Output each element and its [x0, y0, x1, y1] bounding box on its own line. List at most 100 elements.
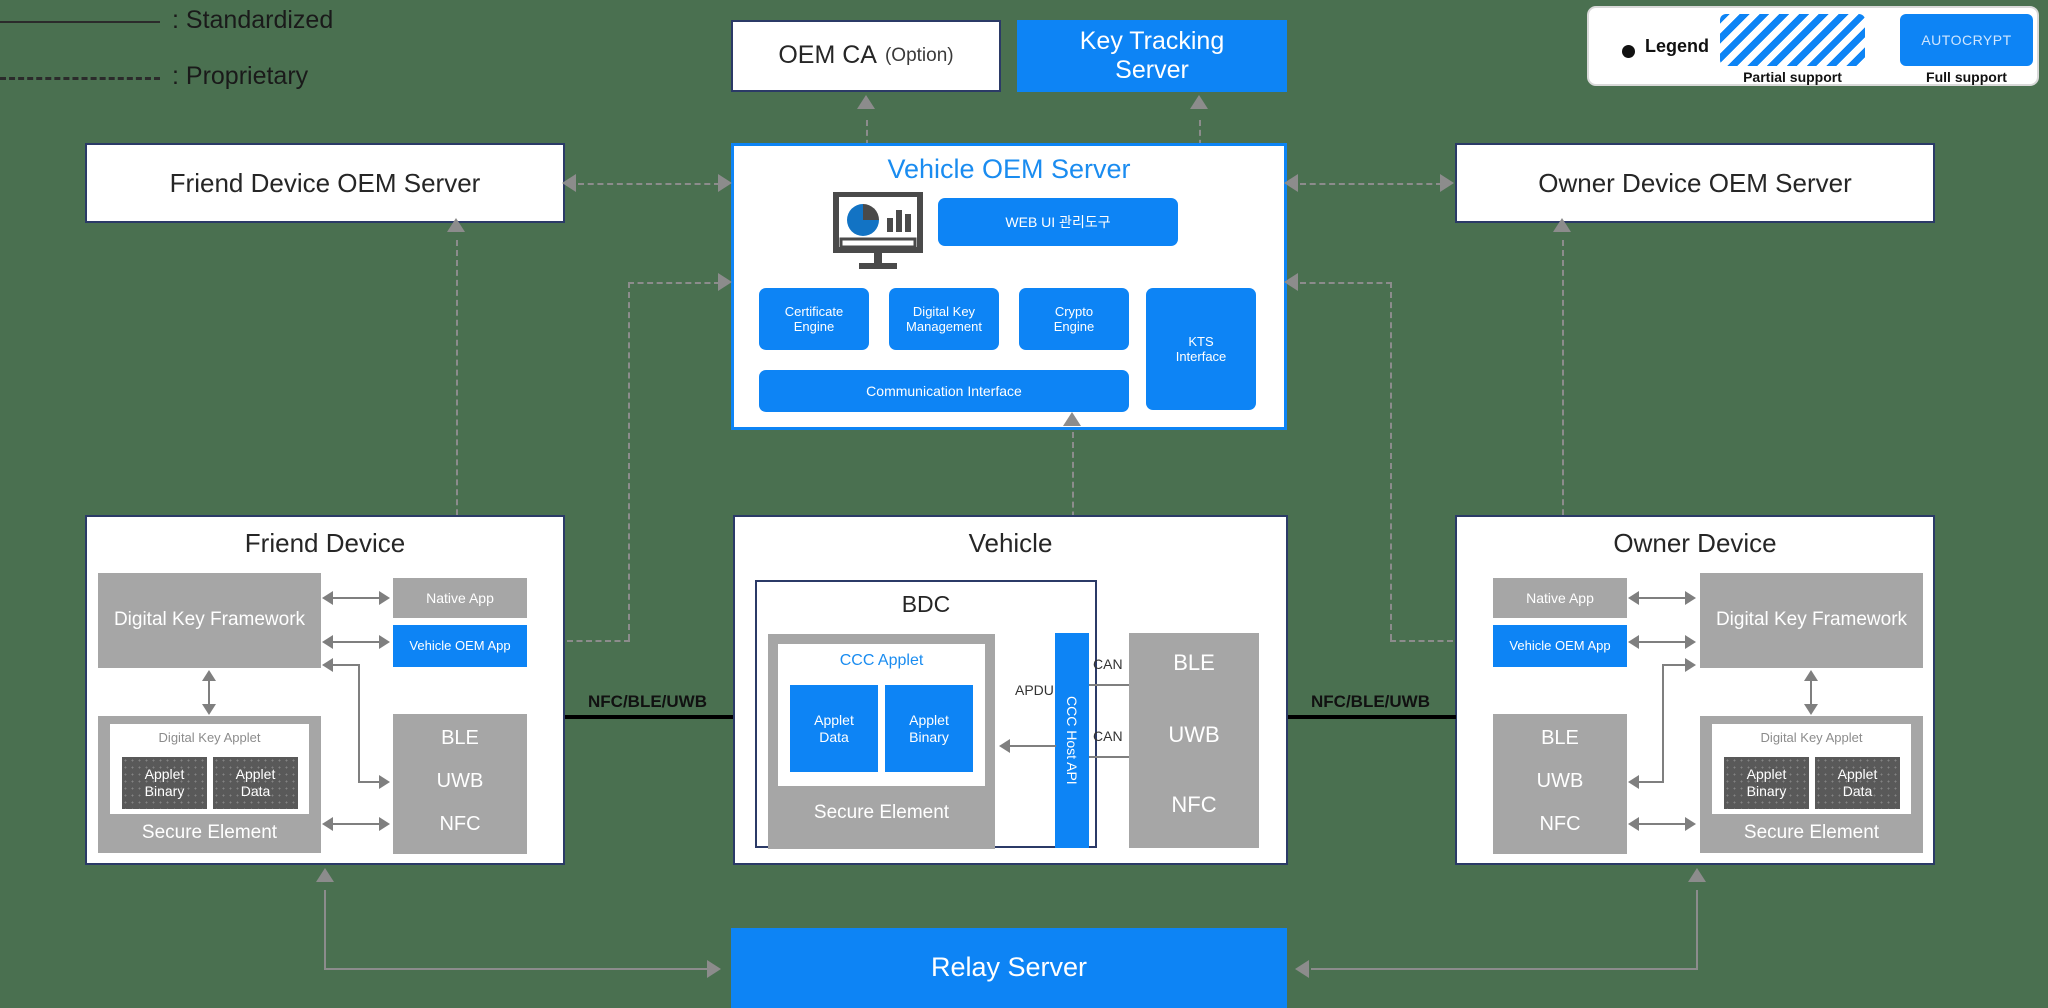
owner-radio-ble-label: BLE	[1541, 727, 1579, 750]
owner-dkf-radio-line-h2	[1639, 781, 1664, 783]
friend-digital-key-framework-box: Digital Key Framework	[98, 573, 321, 668]
vehicle-radio-uwb-wrap: UWB	[1129, 717, 1259, 753]
legend-standardized-label: : Standardized	[172, 6, 334, 34]
friend-digital-key-applet-label: Digital Key Applet	[158, 730, 261, 745]
owner-secure-element-title-wrap: Secure Element	[1700, 816, 1923, 850]
can-top-label: CAN	[1093, 656, 1123, 672]
owner-digital-key-framework-box: Digital Key Framework	[1700, 573, 1923, 668]
vehicle-owner-link-line	[1288, 715, 1456, 719]
friend-secure-element-label: Secure Element	[141, 821, 278, 843]
digital-key-management-box: Digital Key Management	[889, 288, 999, 350]
legend-title: Legend	[1645, 36, 1710, 56]
friend-dkf-radio-line-h1	[333, 664, 360, 666]
dashboard-monitor-icon	[833, 191, 943, 272]
vehicle-radio-nfc-wrap: NFC	[1129, 787, 1259, 823]
web-ui-tool-label: WEB UI 관리도구	[1005, 213, 1111, 230]
vehicle-applet-data-label: Applet Data	[814, 711, 854, 745]
owner-nativeapp-dkf-arrow-left	[1628, 591, 1639, 605]
friend-device-title: Friend Device	[244, 527, 406, 558]
vehicle-radio-nfc-label: NFC	[1171, 792, 1217, 818]
apdu-line	[1010, 745, 1056, 747]
owner-device-oem-server-box: Owner Device OEM Server	[1455, 143, 1935, 223]
owner-radio-uwb-wrap: UWB	[1493, 765, 1627, 799]
vehicle-title-wrap: Vehicle	[733, 524, 1288, 562]
friend-dkf-se-arrow-up	[202, 670, 216, 681]
key-tracking-server-label: Key Tracking Server	[1079, 26, 1225, 85]
owner-applet-data-label: Applet Data	[1837, 766, 1878, 799]
vos-to-owner-app-line-vert	[1390, 282, 1392, 640]
owner-nativeapp-dkf-arrow-right	[1685, 591, 1696, 605]
owner-digital-key-applet-label: Digital Key Applet	[1760, 730, 1863, 745]
owner-secure-element-label: Secure Element	[1743, 821, 1880, 843]
apdu-arrow-left	[999, 739, 1010, 753]
bdc-title-wrap: BDC	[755, 588, 1097, 622]
vehicle-owner-link-label: NFC/BLE/UWB	[1311, 692, 1430, 711]
owner-dkf-radio-arrow-left	[1628, 775, 1639, 789]
relay-owner-line-horiz	[1311, 968, 1698, 970]
partial-support-swatch	[1720, 14, 1865, 66]
owner-nativeapp-dkf-line	[1639, 597, 1687, 599]
friend-dkf-se-arrow-down	[202, 704, 216, 715]
owner-oemapp-dkf-arrow-right	[1685, 635, 1696, 649]
certificate-engine-label: Certificate Engine	[784, 303, 844, 334]
friend-device-oem-server-box: Friend Device OEM Server	[85, 143, 565, 223]
relay-owner-arrow-up	[1688, 868, 1706, 882]
communication-interface-box: Communication Interface	[759, 370, 1129, 412]
owner-server-to-vos-arrow-left	[1284, 174, 1298, 192]
friend-applet-data-label: Applet Data	[235, 766, 276, 799]
friend-applet-binary-label: Applet Binary	[144, 766, 185, 799]
friend-vehicle-oem-app-box: Vehicle OEM App	[393, 625, 527, 667]
oem-ca-box: OEM CA (Option)	[731, 20, 1001, 92]
owner-vehicle-oem-app-box: Vehicle OEM App	[1493, 625, 1627, 667]
owner-dkf-radio-arrow-right	[1685, 658, 1696, 672]
friend-applet-data-box: Applet Data	[213, 757, 298, 809]
vehicle-radio-ble-label: BLE	[1173, 650, 1215, 676]
can-bottom-line	[1089, 756, 1129, 758]
kts-link-arrow-up	[1190, 95, 1208, 109]
diagram-canvas: : Standardized : Proprietary Legend AUTO…	[0, 0, 2048, 1008]
can-bottom-label: CAN	[1093, 728, 1123, 744]
owner-digital-key-applet-title-wrap: Digital Key Applet	[1712, 730, 1911, 752]
owner-applet-binary-box: Applet Binary	[1724, 757, 1809, 809]
owner-device-title-wrap: Owner Device	[1455, 524, 1935, 562]
friend-dkf-nativeapp-line	[333, 597, 381, 599]
kts-interface-box: KTS Interface	[1146, 288, 1256, 410]
friend-digital-key-framework-label: Digital Key Framework	[113, 609, 306, 631]
legend-proprietary-line	[0, 77, 160, 80]
relay-friend-line-horiz	[324, 968, 709, 970]
friend-native-app-label: Native App	[426, 589, 494, 606]
legend-standardized-line	[0, 21, 160, 23]
owner-native-app-box: Native App	[1493, 578, 1627, 618]
friend-applet-binary-box: Applet Binary	[122, 757, 207, 809]
vehicle-title: Vehicle	[968, 527, 1053, 558]
vehicle-oem-server-title: Vehicle OEM Server	[887, 154, 1131, 185]
friend-se-radio-line	[333, 823, 381, 825]
owner-digital-key-framework-label: Digital Key Framework	[1715, 609, 1908, 631]
communication-interface-label: Communication Interface	[866, 382, 1022, 399]
vehicle-oem-server-title-wrap: Vehicle OEM Server	[731, 150, 1287, 190]
owner-radio-uwb-label: UWB	[1536, 770, 1584, 793]
owner-server-to-device-arrow-up	[1553, 218, 1571, 232]
friend-dkf-oemapp-line	[333, 641, 381, 643]
friend-native-app-box: Native App	[393, 578, 527, 618]
friend-vehicle-oem-app-label: Vehicle OEM App	[409, 638, 511, 654]
ccc-host-api-label: CCC Host API	[1064, 696, 1080, 785]
friend-server-to-vos-line	[578, 183, 720, 185]
oemca-link-arrow-up	[857, 95, 875, 109]
friend-se-radio-arrow-right	[379, 817, 390, 831]
friend-radio-nfc-wrap: NFC	[393, 808, 527, 842]
apdu-label: APDU	[1015, 682, 1054, 698]
friend-device-title-wrap: Friend Device	[85, 524, 565, 562]
vehicle-radio-uwb-label: UWB	[1168, 722, 1220, 748]
ccc-host-api-box: CCC Host API	[1055, 633, 1089, 848]
owner-device-oem-server-label: Owner Device OEM Server	[1538, 167, 1852, 198]
owner-oemapp-dkf-arrow-left	[1628, 635, 1639, 649]
full-support-swatch: AUTOCRYPT	[1900, 14, 2033, 66]
legend-proprietary-label: : Proprietary	[172, 62, 309, 90]
friend-dkf-nativeapp-arrow-left	[322, 591, 333, 605]
vehicle-secure-element-label: Secure Element	[813, 801, 950, 823]
legend-bullet-icon	[1622, 45, 1635, 58]
friend-digital-key-applet-title-wrap: Digital Key Applet	[110, 730, 309, 752]
oem-ca-label: OEM CA	[778, 41, 877, 70]
friend-dkf-oemapp-arrow-left	[322, 635, 333, 649]
